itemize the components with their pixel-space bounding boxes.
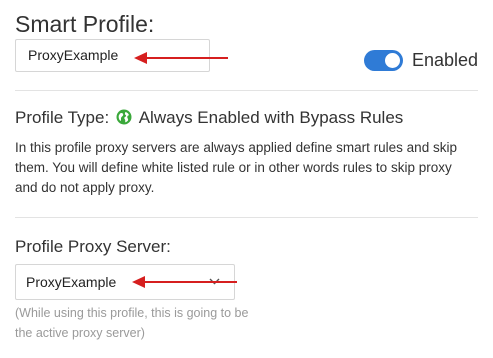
- enabled-toggle[interactable]: [364, 50, 403, 71]
- profile-type-label: Profile Type:: [15, 108, 110, 127]
- divider: [15, 217, 478, 218]
- profile-type-description: In this profile proxy servers are always…: [15, 140, 457, 195]
- profile-type-value: Always Enabled with Bypass Rules: [138, 108, 404, 127]
- toggle-knob: [385, 53, 400, 68]
- enabled-label: Enabled: [412, 50, 479, 70]
- profile-name-value: ProxyExample: [28, 47, 119, 63]
- enabled-toggle-group[interactable]: Enabled: [364, 50, 478, 71]
- divider: [15, 90, 478, 91]
- page-title: Smart Profile:: [15, 11, 155, 37]
- globe-icon: [116, 109, 132, 125]
- proxy-server-hint: (While using this profile, this is going…: [15, 306, 249, 340]
- smart-profile-panel: Smart Profile: ProxyExample Enabled Prof…: [0, 0, 493, 358]
- profile-type-row: Profile Type: Always Enabled with Bypass…: [15, 107, 403, 129]
- proxy-server-selected: ProxyExample: [26, 274, 117, 290]
- annotation-arrow-icon: [134, 52, 228, 64]
- proxy-server-label: Profile Proxy Server:: [15, 237, 171, 256]
- annotation-arrow-icon: [132, 276, 237, 288]
